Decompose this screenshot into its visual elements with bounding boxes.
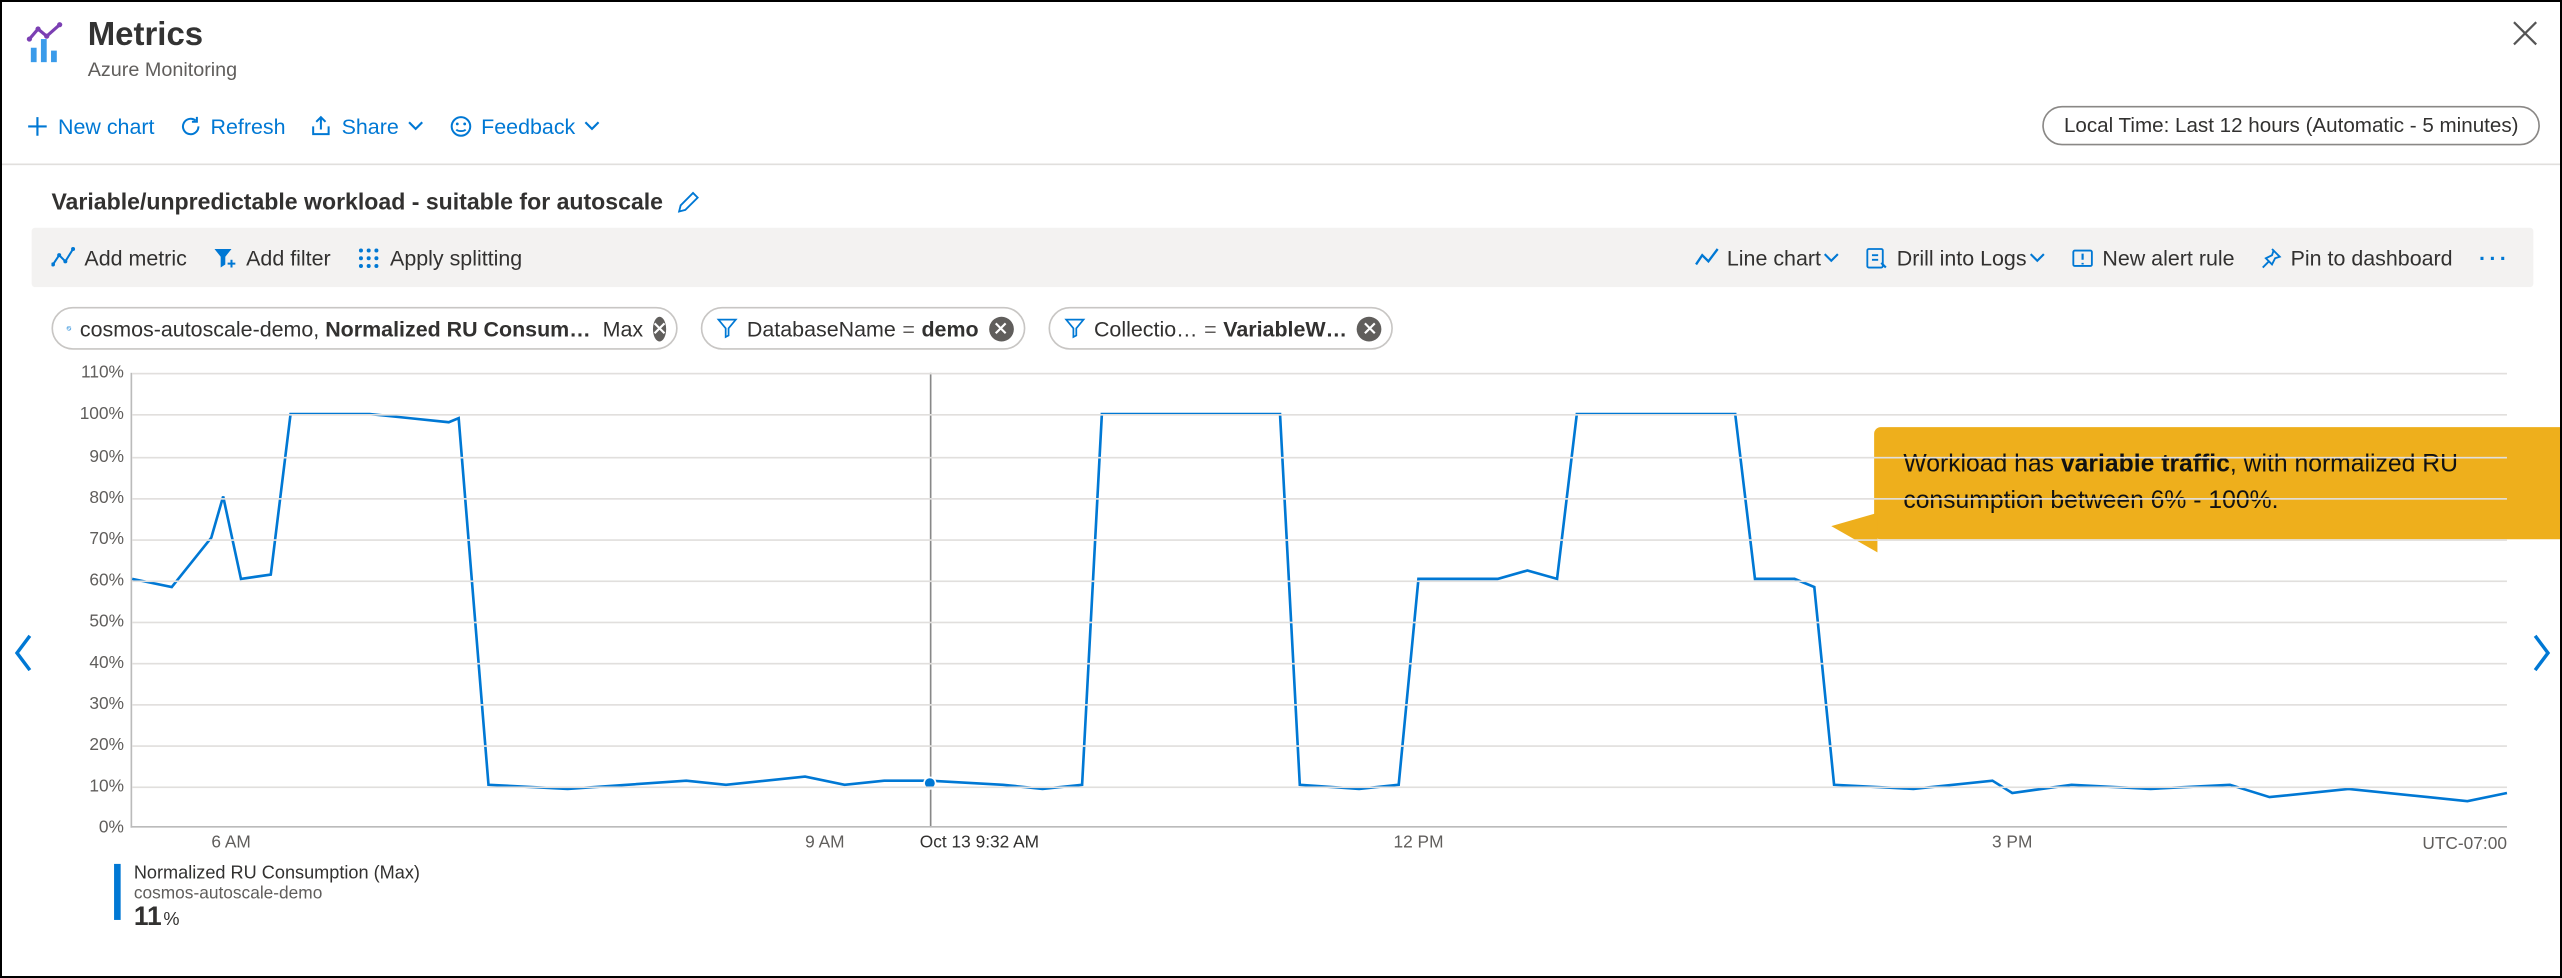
y-axis-tick: 40% [89,653,124,673]
y-axis-tick: 70% [89,529,124,549]
gridline [132,580,2507,582]
hover-guideline [930,373,932,826]
metric-pill[interactable]: cosmos-autoscale-demo, Normalized RU Con… [51,308,677,351]
refresh-label: Refresh [211,114,286,139]
y-axis-tick: 50% [89,612,124,632]
feedback-button[interactable]: Feedback [448,114,601,139]
filter-icon [716,317,739,340]
add-filter-button[interactable]: Add filter [213,246,331,271]
pin-label: Pin to dashboard [2291,246,2453,271]
annotation-callout: Workload has variable traffic, with norm… [1874,427,2562,538]
gridline [132,663,2507,665]
chart-type-dropdown[interactable]: Line chart [1694,246,1841,271]
gridline [132,497,2507,499]
feedback-label: Feedback [481,114,575,139]
gridline [132,373,2507,375]
filter-pill-text: DatabaseName=demo [747,317,979,342]
y-axis-tick: 20% [89,736,124,756]
pin-to-dashboard-button[interactable]: Pin to dashboard [2258,246,2453,271]
y-axis-tick: 30% [89,694,124,714]
chevron-down-icon [1821,248,1841,268]
hover-time-label: Oct 13 9:32 AM [920,833,1039,853]
new-alert-label: New alert rule [2102,246,2234,271]
y-axis-tick: 60% [89,570,124,590]
apply-splitting-button[interactable]: Apply splitting [357,246,522,271]
time-range-label: Local Time: Last 12 hours (Automatic - 5… [2064,115,2519,138]
metric-pill-text: cosmos-autoscale-demo, Normalized RU Con… [80,317,643,342]
filter-plus-icon [213,246,238,271]
gridline [132,539,2507,541]
refresh-button[interactable]: Refresh [178,114,286,139]
x-axis-tick: 12 PM [1393,833,1443,853]
new-chart-button[interactable]: New chart [25,114,154,139]
legend-resource-name: cosmos-autoscale-demo [134,884,420,904]
x-axis-tick: 9 AM [805,833,844,853]
filter-pill-text: Collectio…=VariableW… [1094,317,1347,342]
add-filter-label: Add filter [246,246,331,271]
chevron-down-icon [405,116,425,136]
remove-pill-button[interactable] [653,317,666,342]
new-alert-rule-button[interactable]: New alert rule [2069,246,2234,271]
metrics-app-icon [25,22,71,68]
line-chart-icon [1694,246,1719,271]
x-axis-tick: 3 PM [1992,833,2032,853]
gridline [132,787,2507,789]
legend-color-swatch [114,865,121,921]
gridline [132,415,2507,417]
page-title: Metrics [88,15,238,55]
y-axis-tick: 110% [81,364,124,384]
share-icon [309,114,334,139]
chevron-down-icon [2027,248,2047,268]
edit-title-button[interactable] [676,190,701,215]
y-axis-tick: 90% [89,446,124,466]
filter-pill-collection[interactable]: Collectio…=VariableW… [1048,308,1393,351]
x-axis-tick: 6 AM [211,833,250,853]
legend-value: 11% [134,904,420,934]
drill-into-logs-button[interactable]: Drill into Logs [1864,246,2047,271]
filter-pill-database[interactable]: DatabaseName=demo [701,308,1025,351]
drill-logs-label: Drill into Logs [1897,246,2027,271]
smiley-icon [448,114,473,139]
alert-icon [2069,246,2094,271]
add-metric-icon [51,246,76,271]
y-axis-tick: 80% [89,488,124,508]
y-axis-tick: 10% [89,777,124,797]
chevron-down-icon [582,116,602,136]
remove-pill-button[interactable] [1357,317,1382,342]
chart-title: Variable/unpredictable workload - suitab… [51,189,663,215]
gridline [132,622,2507,624]
refresh-icon [178,114,203,139]
timezone-label: UTC-07:00 [2422,835,2507,855]
more-actions-button[interactable]: ··· [2476,246,2514,271]
add-metric-button[interactable]: Add metric [51,246,186,271]
close-button[interactable] [2510,18,2540,48]
pin-icon [2258,246,2283,271]
line-chart-plot[interactable]: 0%10%20%30%40%50%60%70%80%90%100%110% Oc… [58,373,2507,828]
gridline [132,456,2507,458]
apply-splitting-label: Apply splitting [390,246,522,271]
new-chart-label: New chart [58,114,154,139]
plus-icon [25,114,50,139]
share-label: Share [342,114,399,139]
share-button[interactable]: Share [309,114,426,139]
page-subtitle: Azure Monitoring [88,58,238,82]
cosmos-resource-icon [66,317,71,340]
prev-chart-button[interactable] [9,632,39,675]
y-axis-tick: 100% [80,405,124,425]
y-axis-tick: 0% [99,818,124,838]
next-chart-button[interactable] [2527,632,2557,675]
logs-icon [1864,246,1889,271]
filter-icon [1063,317,1086,340]
add-metric-label: Add metric [84,246,186,271]
legend-series-name: Normalized RU Consumption (Max) [134,865,420,885]
gridline [132,704,2507,706]
chart-type-label: Line chart [1727,246,1821,271]
remove-pill-button[interactable] [988,317,1013,342]
chart-legend[interactable]: Normalized RU Consumption (Max) cosmos-a… [114,865,2484,934]
gridline [132,746,2507,748]
time-range-picker[interactable]: Local Time: Last 12 hours (Automatic - 5… [2043,106,2540,146]
splitting-icon [357,246,382,271]
